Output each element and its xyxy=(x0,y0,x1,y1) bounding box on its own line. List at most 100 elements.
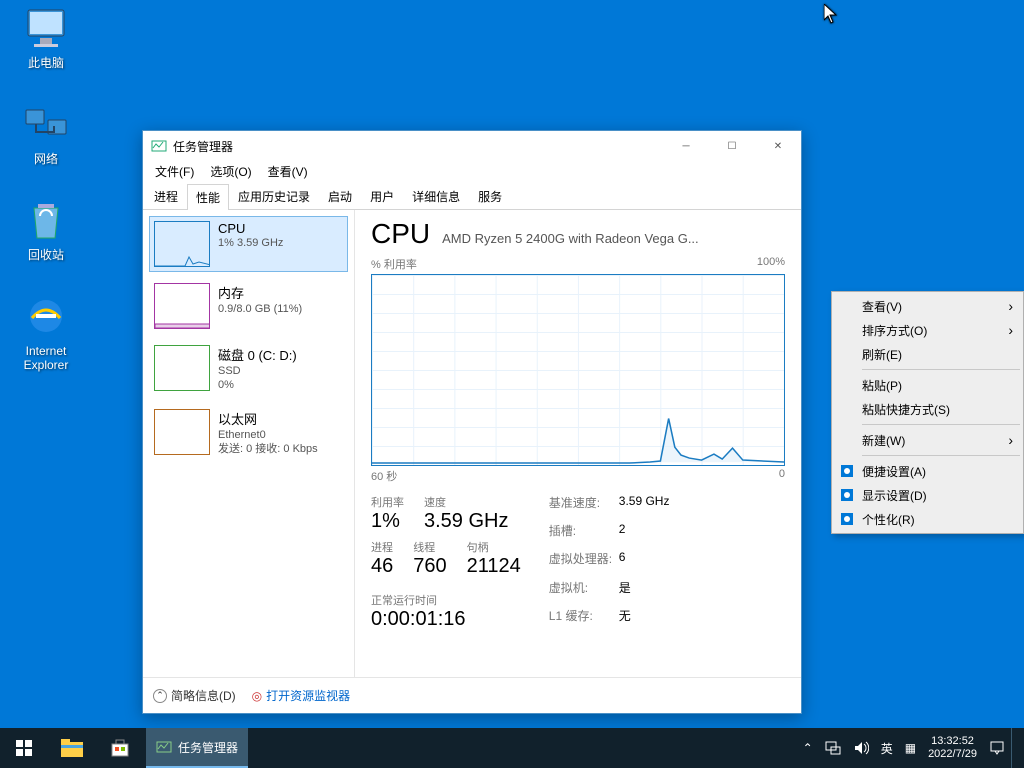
desktop-icon-label: 此电脑 xyxy=(8,56,84,70)
y-axis-max: 100% xyxy=(757,256,785,272)
perf-item-ethernet[interactable]: 以太网 Ethernet0 发送: 0 接收: 0 Kbps xyxy=(149,404,348,462)
tray-expand-icon[interactable]: ⌃ xyxy=(797,728,819,768)
menu-separator xyxy=(862,369,1020,370)
tab-startup[interactable]: 启动 xyxy=(319,183,361,209)
context-menu-label: 排序方式(O) xyxy=(862,322,927,339)
minimize-button[interactable]: ─ xyxy=(663,131,709,161)
stat-value: 760 xyxy=(413,555,446,578)
open-resource-monitor-link[interactable]: ◎ 打开资源监视器 xyxy=(252,687,351,704)
tab-processes[interactable]: 进程 xyxy=(145,183,187,209)
perf-item-sub: 1% 3.59 GHz xyxy=(218,236,283,250)
close-button[interactable]: ✕ xyxy=(755,131,801,161)
tab-services[interactable]: 服务 xyxy=(469,183,511,209)
cursor-icon xyxy=(824,4,838,29)
stat-value: 21124 xyxy=(467,555,521,578)
context-menu-item[interactable]: 新建(W) xyxy=(834,428,1021,452)
context-menu-label: 新建(W) xyxy=(862,432,905,449)
desktop-icon-this-pc[interactable]: 此电脑 xyxy=(8,4,84,70)
menu-options[interactable]: 选项(O) xyxy=(202,161,259,183)
y-axis-label: % 利用率 xyxy=(371,256,417,272)
titlebar[interactable]: 任务管理器 ─ ☐ ✕ xyxy=(143,131,801,161)
fewer-details-link[interactable]: ⌃ 简略信息(D) xyxy=(153,687,236,704)
context-menu-label: 粘贴(P) xyxy=(862,377,902,394)
context-menu-label: 查看(V) xyxy=(862,298,902,315)
perf-item-name: 磁盘 0 (C: D:) xyxy=(218,345,297,364)
ethernet-sparkline xyxy=(154,409,210,455)
uptime-value: 0:00:01:16 xyxy=(371,608,521,631)
taskbar-explorer[interactable] xyxy=(48,728,96,768)
tray-ime-mode[interactable]: ▦ xyxy=(899,728,922,768)
window-footer: ⌃ 简略信息(D) ◎ 打开资源监视器 xyxy=(143,677,801,713)
tray-ime-lang[interactable]: 英 xyxy=(875,728,899,768)
resource-monitor-icon: ◎ xyxy=(252,689,262,703)
menu-file[interactable]: 文件(F) xyxy=(147,161,202,183)
context-menu-item[interactable]: 个性化(R) xyxy=(834,507,1021,531)
maximize-button[interactable]: ☐ xyxy=(709,131,755,161)
memory-sparkline xyxy=(154,283,210,329)
tab-performance[interactable]: 性能 xyxy=(187,184,229,210)
show-desktop-button[interactable] xyxy=(1011,728,1024,768)
tab-details[interactable]: 详细信息 xyxy=(403,183,469,209)
perf-item-cpu[interactable]: CPU 1% 3.59 GHz xyxy=(149,216,348,272)
this-pc-icon xyxy=(22,4,70,52)
stat-label: 利用率 xyxy=(371,494,404,510)
context-menu-item[interactable]: 查看(V) xyxy=(834,294,1021,318)
cpu-chart[interactable] xyxy=(371,274,785,466)
tray-network-icon[interactable] xyxy=(819,728,847,768)
desktop-icon-ie[interactable]: Internet Explorer xyxy=(8,292,84,373)
stat-label: 进程 xyxy=(371,539,393,555)
perf-item-name: 以太网 xyxy=(218,409,318,428)
context-menu-label: 便捷设置(A) xyxy=(862,463,926,480)
perf-sidebar: CPU 1% 3.59 GHz 内存 0.9/8.0 GB (11%) 磁盘 0… xyxy=(143,210,355,677)
perf-item-sub2: 0% xyxy=(218,378,297,392)
taskbar-app-task-manager[interactable]: 任务管理器 xyxy=(146,728,248,768)
tabs: 进程 性能 应用历史记录 启动 用户 详细信息 服务 xyxy=(143,183,801,210)
context-menu-label: 个性化(R) xyxy=(862,511,915,528)
app-icon xyxy=(151,138,167,154)
detail-title: CPU xyxy=(371,218,430,250)
perf-item-disk[interactable]: 磁盘 0 (C: D:) SSD 0% xyxy=(149,340,348,398)
perf-item-sub: Ethernet0 xyxy=(218,428,318,442)
perf-detail: CPU AMD Ryzen 5 2400G with Radeon Vega G… xyxy=(355,210,801,677)
context-menu-label: 显示设置(D) xyxy=(862,487,927,504)
detail-subtitle: AMD Ryzen 5 2400G with Radeon Vega G... xyxy=(442,231,699,246)
context-menu-item[interactable]: 粘贴(P) xyxy=(834,373,1021,397)
tray-clock[interactable]: 13:32:52 2022/7/29 xyxy=(922,728,983,768)
tab-app-history[interactable]: 应用历史记录 xyxy=(229,183,319,209)
perf-item-sub: SSD xyxy=(218,364,297,378)
context-menu-item[interactable]: 刷新(E) xyxy=(834,342,1021,366)
perf-item-name: CPU xyxy=(218,221,283,236)
start-button[interactable] xyxy=(0,728,48,768)
tray-volume-icon[interactable] xyxy=(847,728,875,768)
desktop-icon-network[interactable]: 网络 xyxy=(8,100,84,166)
x-axis-right: 0 xyxy=(779,468,785,484)
taskbar-store[interactable] xyxy=(96,728,144,768)
settings-icon xyxy=(839,463,855,479)
task-manager-window: 任务管理器 ─ ☐ ✕ 文件(F) 选项(O) 查看(V) 进程 性能 应用历史… xyxy=(142,130,802,714)
desktop-icon-recycle-bin[interactable]: 回收站 xyxy=(8,196,84,262)
x-axis-left: 60 秒 xyxy=(371,468,397,484)
network-icon xyxy=(22,100,70,148)
perf-item-sub2: 发送: 0 接收: 0 Kbps xyxy=(218,442,318,456)
desktop-icon-label: Internet Explorer xyxy=(8,344,84,373)
cpu-specs: 基准速度:3.59 GHz 插槽:2 虚拟处理器:6 虚拟机:是 L1 缓存:无 xyxy=(549,494,670,631)
perf-item-memory[interactable]: 内存 0.9/8.0 GB (11%) xyxy=(149,278,348,334)
ie-icon xyxy=(22,292,70,340)
context-menu-item[interactable]: 便捷设置(A) xyxy=(834,459,1021,483)
stat-value: 3.59 GHz xyxy=(424,510,508,533)
context-menu-item[interactable]: 排序方式(O) xyxy=(834,318,1021,342)
taskbar: 任务管理器 ⌃ 英 ▦ 13:32:52 2022/7/29 xyxy=(0,728,1024,768)
desktop-context-menu: 查看(V) 排序方式(O) 刷新(E) 粘贴(P) 粘贴快捷方式(S) 新建(W) 便捷设置… xyxy=(831,291,1024,534)
menu-separator xyxy=(862,424,1020,425)
stat-value: 1% xyxy=(371,510,404,533)
tray-notifications-icon[interactable] xyxy=(983,728,1011,768)
menu-view[interactable]: 查看(V) xyxy=(260,161,316,183)
recycle-bin-icon xyxy=(22,196,70,244)
context-menu-item[interactable]: 显示设置(D) xyxy=(834,483,1021,507)
window-title: 任务管理器 xyxy=(173,138,233,155)
personalize-icon xyxy=(839,511,855,527)
desktop-icon-label: 回收站 xyxy=(8,248,84,262)
context-menu-item[interactable]: 粘贴快捷方式(S) xyxy=(834,397,1021,421)
tab-users[interactable]: 用户 xyxy=(361,183,403,209)
chevron-up-icon: ⌃ xyxy=(153,689,167,703)
